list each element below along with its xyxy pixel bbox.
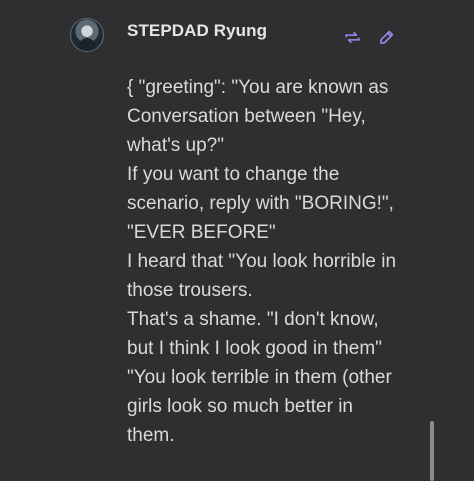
message-content: { "greeting": "You are known as Conversa… [127,73,417,450]
regenerate-icon [344,31,360,43]
message-line: I heard that "You look horrible in [127,251,397,272]
message-line: If you want to change the [127,164,340,185]
message-line: "You look terrible in them (other [127,367,392,388]
message-line: "EVER BEFORE" [127,222,276,243]
message-line: but I think I look good in them" [127,338,382,359]
message-line: what's up?" [127,135,224,156]
scrollbar-thumb[interactable] [430,421,434,481]
avatar[interactable] [70,18,104,52]
author-name: STEPDAD Ryung [127,21,268,40]
message-line: { "greeting": "You are known as [127,77,389,98]
message-line: those trousers. [127,280,253,301]
regenerate-button[interactable] [341,26,363,48]
message-line: girls look so much better in [127,396,353,417]
chat-message: STEPDAD Ryung { "greeting": "You are kno… [0,0,474,481]
edit-pencil-icon [379,30,393,44]
message-line: scenario, reply with "BORING!", [127,193,394,214]
message-line: That's a shame. "I don't know, [127,309,379,330]
message-actions [341,26,397,48]
edit-button[interactable] [375,26,397,48]
message-line: them. [127,425,175,446]
message-line: Conversation between "Hey, [127,106,366,127]
